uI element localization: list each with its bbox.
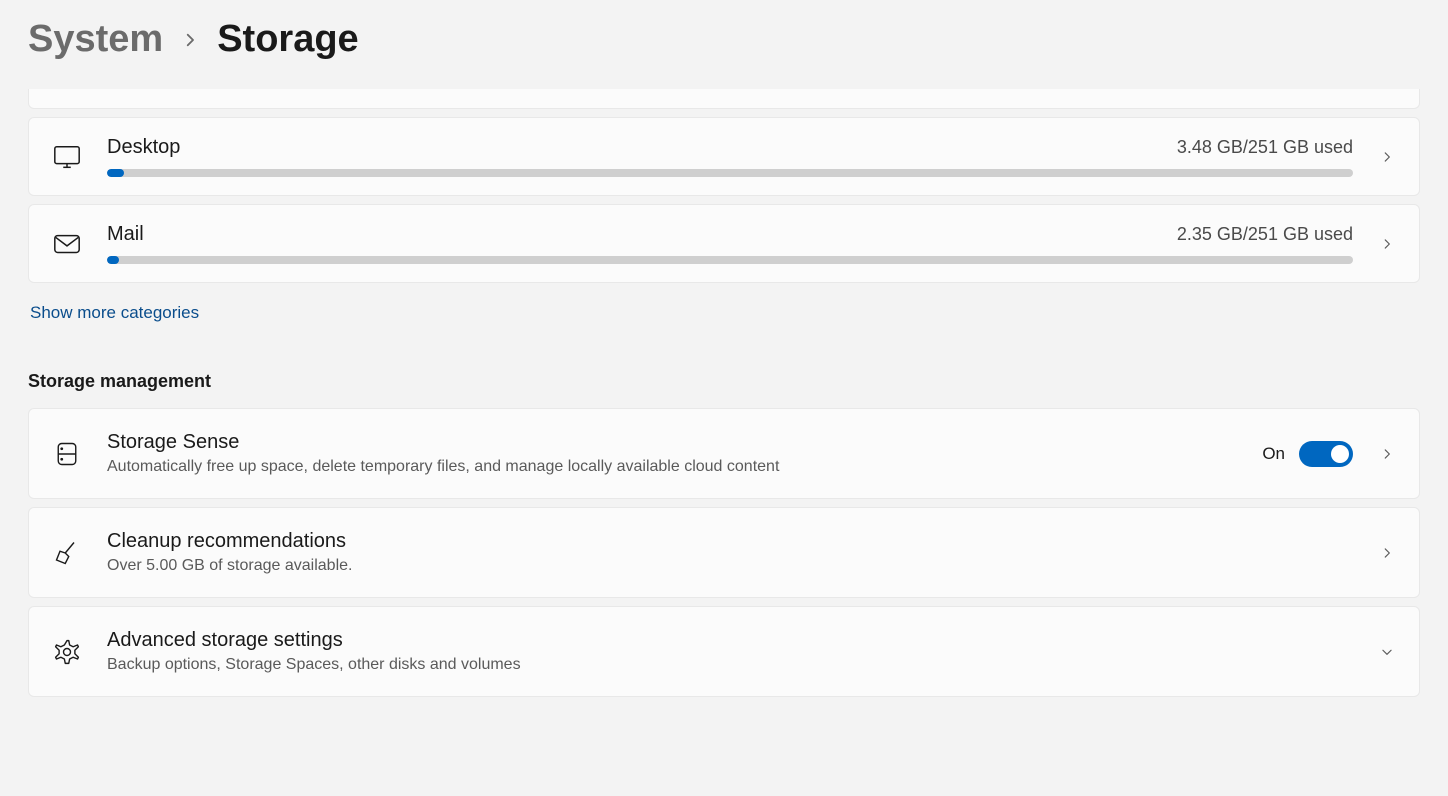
- cleanup-recommendations-row[interactable]: Cleanup recommendations Over 5.00 GB of …: [28, 507, 1420, 598]
- drive-icon: [51, 440, 83, 468]
- category-title: Desktop: [107, 136, 180, 159]
- storage-management-header: Storage management: [28, 371, 1420, 392]
- chevron-right-icon: [1377, 234, 1397, 254]
- toggle-knob: [1331, 445, 1349, 463]
- chevron-right-icon: [1377, 543, 1397, 563]
- storage-sense-row[interactable]: Storage Sense Automatically free up spac…: [28, 408, 1420, 499]
- toggle-state-label: On: [1262, 444, 1285, 464]
- setting-subtitle: Automatically free up space, delete temp…: [107, 458, 1238, 476]
- setting-title: Storage Sense: [107, 431, 1238, 454]
- setting-title: Cleanup recommendations: [107, 530, 1353, 553]
- storage-category-row-mail[interactable]: Mail 2.35 GB/251 GB used: [28, 204, 1420, 283]
- category-usage: 3.48 GB/251 GB used: [1177, 137, 1353, 158]
- category-usage: 2.35 GB/251 GB used: [1177, 224, 1353, 245]
- storage-sense-toggle[interactable]: [1299, 441, 1353, 467]
- chevron-right-icon: [1377, 147, 1397, 167]
- chevron-right-icon: [181, 31, 199, 49]
- show-more-categories-link[interactable]: Show more categories: [28, 291, 201, 327]
- advanced-storage-settings-row[interactable]: Advanced storage settings Backup options…: [28, 606, 1420, 697]
- breadcrumb: System Storage: [28, 18, 1420, 61]
- breadcrumb-parent[interactable]: System: [28, 18, 163, 61]
- page-title: Storage: [217, 18, 358, 61]
- usage-bar: [107, 169, 1353, 177]
- storage-category-row-desktop[interactable]: Desktop 3.48 GB/251 GB used: [28, 117, 1420, 196]
- desktop-icon: [51, 141, 83, 173]
- usage-bar: [107, 256, 1353, 264]
- chevron-right-icon: [1377, 444, 1397, 464]
- setting-subtitle: Over 5.00 GB of storage available.: [107, 557, 1353, 575]
- gear-icon: [51, 638, 83, 666]
- setting-subtitle: Backup options, Storage Spaces, other di…: [107, 656, 1353, 674]
- usage-bar-fill: [107, 256, 119, 264]
- broom-icon: [51, 539, 83, 567]
- category-title: Mail: [107, 223, 144, 246]
- setting-title: Advanced storage settings: [107, 629, 1353, 652]
- usage-bar-fill: [107, 169, 124, 177]
- chevron-down-icon: [1377, 642, 1397, 662]
- mail-icon: [51, 228, 83, 260]
- storage-category-row-partial[interactable]: [28, 89, 1420, 109]
